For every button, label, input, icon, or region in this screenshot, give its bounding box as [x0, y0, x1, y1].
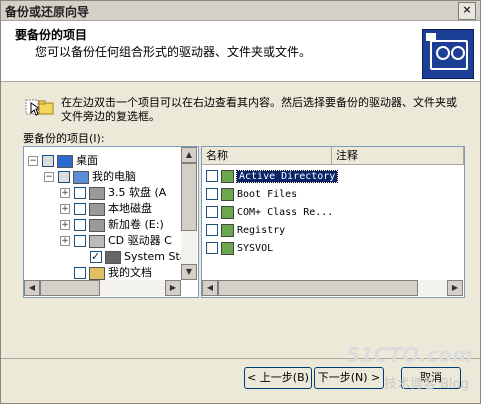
- list-row-label: Boot Files: [237, 189, 298, 200]
- page-title: 要备份的项目: [15, 28, 88, 42]
- item-checkbox[interactable]: [206, 242, 218, 254]
- scroll-left-button[interactable]: ◀: [24, 280, 40, 296]
- list-row-label: Registry: [237, 225, 286, 236]
- expand-icon[interactable]: +: [60, 204, 70, 214]
- expand-icon[interactable]: +: [60, 236, 70, 246]
- list-scroll-left-button[interactable]: ◀: [202, 280, 218, 296]
- tree-item[interactable]: System Stat: [76, 249, 191, 265]
- instruction-text: 在左边双击一个项目可以在右边查看其内容。然后选择要备份的驱动器、文件夹或文件旁边…: [61, 96, 457, 123]
- backup-wizard-icon: [422, 29, 474, 79]
- items-label: 要备份的项目(I):: [23, 132, 105, 145]
- list-pane[interactable]: 名称 注释 Active Directory Boot Files COM+ Cla…: [201, 146, 465, 298]
- scroll-up-button[interactable]: ▲: [181, 147, 197, 163]
- watermark-site: 51CTO.com: [346, 343, 473, 367]
- column-header-name[interactable]: 名称: [202, 147, 332, 165]
- tree-item[interactable]: + 本地磁盘: [60, 201, 152, 217]
- drive-icon: [89, 234, 105, 248]
- drive-icon: [105, 250, 121, 264]
- item-checkbox[interactable]: [74, 219, 86, 231]
- list-row-label: Active Directory: [235, 170, 339, 183]
- tree-vertical-scrollbar[interactable]: ▲ ▼: [181, 147, 197, 280]
- list-row[interactable]: SYSVOL: [206, 241, 273, 257]
- tree-item-label: 桌面: [76, 154, 98, 167]
- folder-icon: [89, 266, 105, 280]
- scroll-thumb[interactable]: [181, 163, 197, 231]
- list-horizontal-scrollbar[interactable]: ◀ ▶: [202, 280, 463, 296]
- system-state-item-icon: [221, 205, 234, 219]
- tree-item[interactable]: − 我的电脑: [44, 169, 136, 185]
- tree-pane[interactable]: − 桌面 − 我的电脑 +3.5 软盘 (A + 本地磁盘 + 新加卷 (E:) + CD 驱动器 …: [23, 146, 199, 298]
- list-row[interactable]: Boot Files: [206, 187, 297, 203]
- list-row[interactable]: Active Directory: [206, 169, 339, 185]
- list-scroll-right-button[interactable]: ▶: [447, 280, 463, 296]
- expand-icon[interactable]: +: [60, 188, 70, 198]
- tree-item-label: 我的电脑: [92, 170, 136, 183]
- item-checkbox[interactable]: [74, 187, 86, 199]
- drive-icon: [89, 202, 105, 216]
- tree-item-label: 3.5 软盘 (A: [108, 186, 167, 199]
- next-button[interactable]: 下一步(N) >: [314, 367, 384, 389]
- tree-horizontal-scrollbar[interactable]: ◀ ▶: [24, 280, 181, 296]
- expand-icon[interactable]: +: [60, 220, 70, 230]
- wizard-window: 备份或还原向导 × 要备份的项目 您可以备份任何组合形式的驱动器、文件夹或文件。…: [0, 0, 481, 404]
- drive-icon: [89, 218, 105, 232]
- system-state-item-icon: [221, 169, 234, 183]
- collapse-icon[interactable]: −: [28, 156, 38, 166]
- h-scroll-thumb[interactable]: [40, 280, 100, 296]
- collapse-icon[interactable]: −: [44, 172, 54, 182]
- tree-item[interactable]: − 桌面: [28, 153, 98, 169]
- system-state-item-icon: [221, 187, 234, 201]
- list-h-scroll-thumb[interactable]: [218, 280, 418, 296]
- hand-pointer-icon: [25, 99, 54, 116]
- list-row-label: SYSVOL: [237, 243, 274, 254]
- tree-item[interactable]: 我的文档: [60, 265, 152, 281]
- item-checkbox[interactable]: [74, 203, 86, 215]
- item-checkbox[interactable]: [206, 206, 218, 218]
- item-checkbox[interactable]: [90, 249, 102, 265]
- tree-item-label: CD 驱动器 C: [108, 234, 172, 247]
- column-header-comment[interactable]: 注释: [332, 147, 464, 165]
- item-checkbox[interactable]: [206, 170, 218, 182]
- scroll-right-button[interactable]: ▶: [165, 280, 181, 296]
- item-checkbox[interactable]: [206, 224, 218, 236]
- item-checkbox[interactable]: [58, 171, 70, 183]
- list-row-label: COM+ Class Re...: [237, 207, 334, 218]
- tree-item[interactable]: + 新加卷 (E:): [60, 217, 164, 233]
- close-button[interactable]: ×: [458, 2, 476, 20]
- page-subtitle: 您可以备份任何组合形式的驱动器、文件夹或文件。: [35, 45, 312, 59]
- item-checkbox[interactable]: [42, 155, 54, 167]
- list-row[interactable]: Registry: [206, 223, 285, 239]
- back-button[interactable]: < 上一步(B): [244, 367, 312, 389]
- item-checkbox[interactable]: [74, 235, 86, 247]
- desktop-icon: [57, 154, 73, 168]
- wizard-header: 要备份的项目 您可以备份任何组合形式的驱动器、文件夹或文件。: [1, 21, 480, 82]
- tree-item[interactable]: +3.5 软盘 (A: [60, 185, 166, 201]
- drive-icon: [89, 186, 105, 200]
- watermark-blog: 技术博客 Blog: [384, 377, 469, 392]
- item-checkbox[interactable]: [74, 267, 86, 279]
- system-state-item-icon: [221, 241, 234, 255]
- tree-item[interactable]: + CD 驱动器 C: [60, 233, 172, 249]
- title-bar: 备份或还原向导 ×: [1, 1, 480, 21]
- tree-item-label: 新加卷 (E:): [108, 218, 164, 231]
- tree-item-label: 本地磁盘: [108, 202, 152, 215]
- computer-icon: [73, 170, 89, 184]
- item-checkbox[interactable]: [206, 188, 218, 200]
- system-state-item-icon: [221, 223, 234, 237]
- scroll-down-button[interactable]: ▼: [181, 264, 197, 280]
- list-row[interactable]: COM+ Class Re...: [206, 205, 333, 221]
- tree-item-label: 我的文档: [108, 266, 152, 279]
- window-title: 备份或还原向导: [5, 5, 90, 19]
